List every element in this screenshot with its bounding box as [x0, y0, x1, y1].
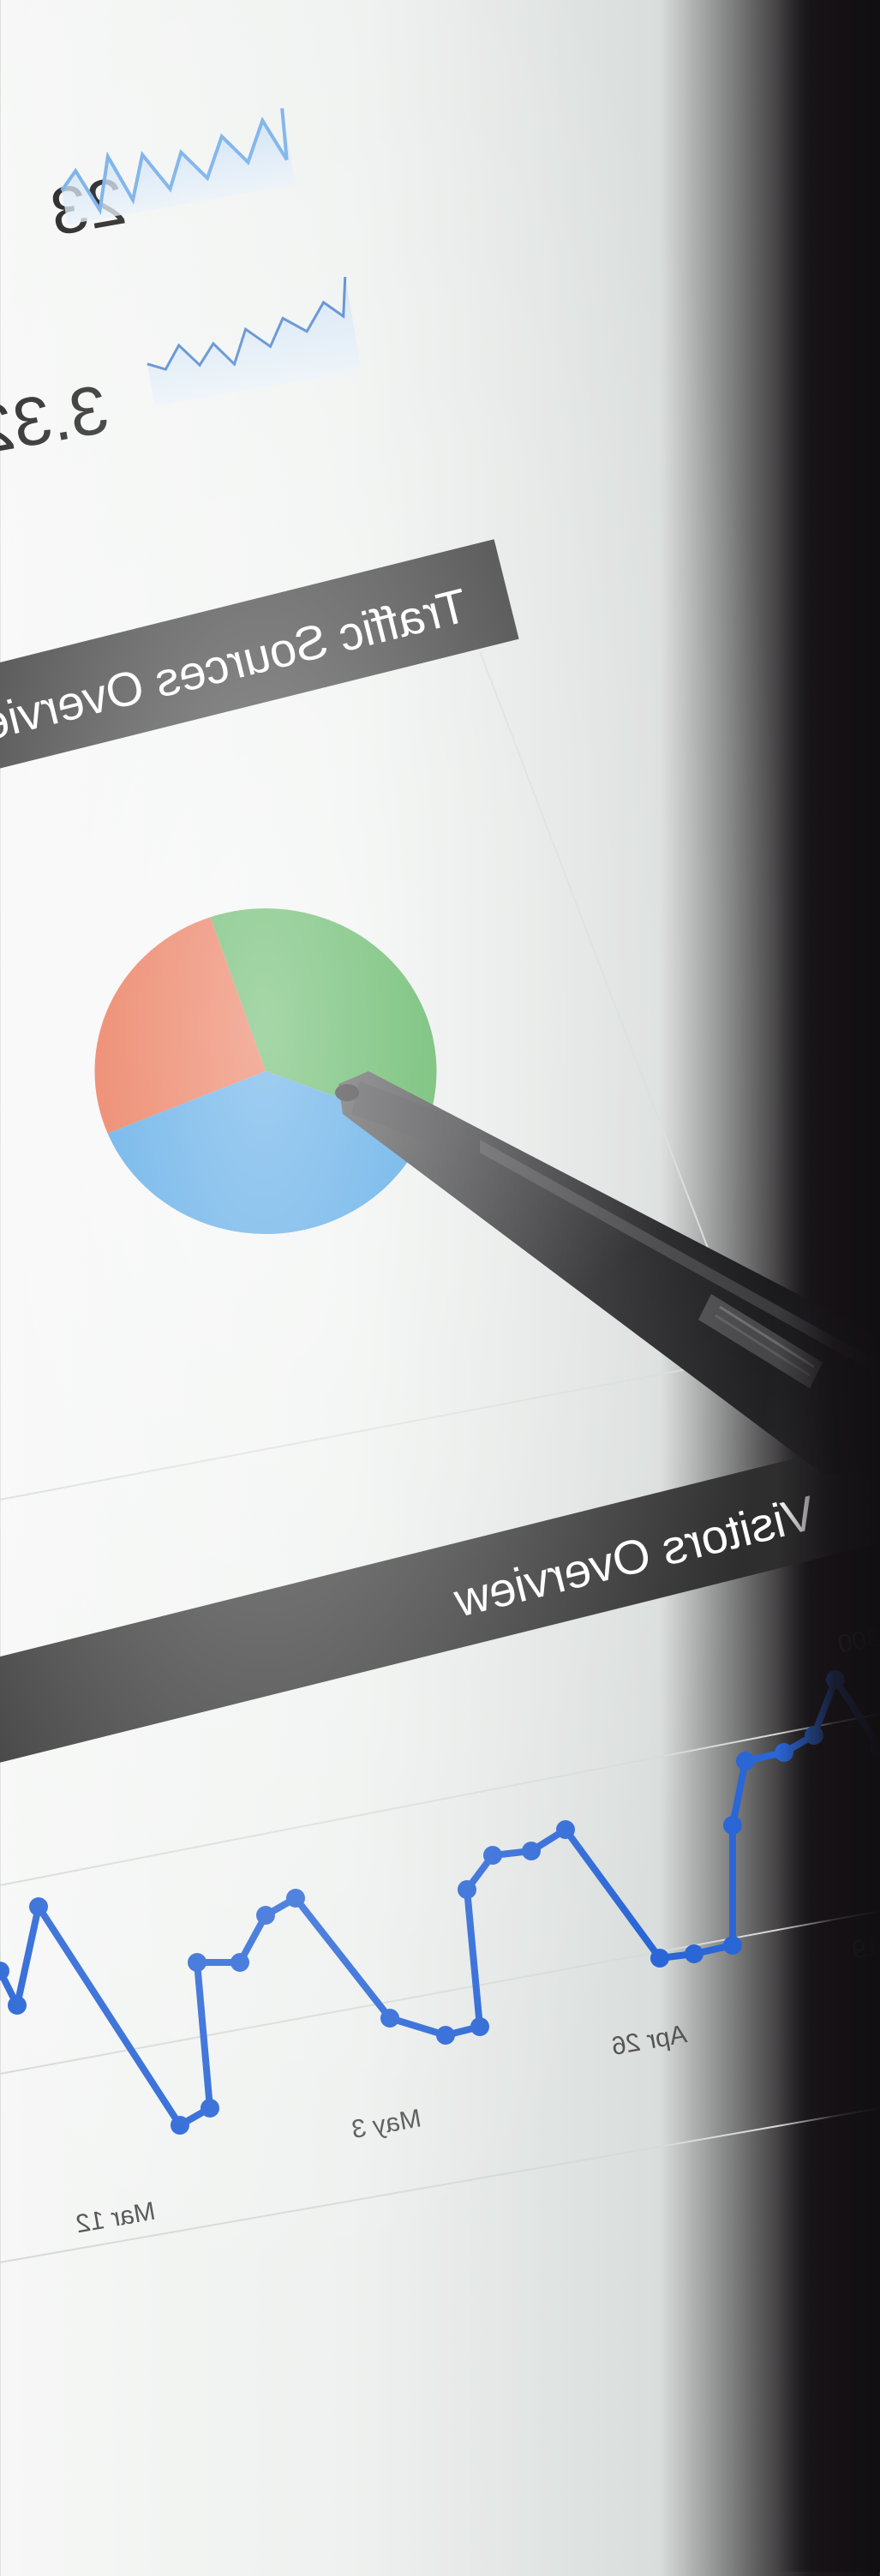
axis-label-ymax: 300: [835, 1623, 880, 1658]
visitors-data-point: [650, 1949, 669, 1968]
stylus-pen: [335, 1071, 880, 1474]
visitors-data-point: [256, 1906, 275, 1925]
visitors-data-point: [188, 1953, 207, 1972]
visitors-data-point: [201, 2099, 219, 2118]
stat-row-second: 3.32: [0, 276, 362, 469]
visitors-data-point: [483, 1846, 502, 1865]
monitor-screen: 23 3.32 Traffic Sources Overview: [0, 108, 880, 2263]
visitors-data-point: [171, 2116, 189, 2135]
visitors-data-point: [436, 2026, 455, 2045]
visitors-axis-labels: Mar 12 May 3 Apr 26 19 300: [74, 1623, 880, 2238]
traffic-pie-chart: [94, 908, 437, 1234]
visitors-header-bar: Visitors Overview: [0, 1434, 880, 1773]
visitors-data-point: [826, 1670, 845, 1689]
photo-scene: 23 3.32 Traffic Sources Overview: [0, 0, 880, 2572]
stat-value-second: 3.32: [0, 370, 114, 469]
traffic-header-bar: Traffic Sources Overview: [0, 539, 519, 776]
axis-label-right: 19: [850, 1932, 880, 1964]
visitors-data-point: [8, 1996, 27, 2015]
visitors-data-point: [286, 1889, 305, 1908]
visitors-data-point: [458, 1880, 476, 1899]
visitors-data-point: [29, 1897, 48, 1916]
axis-label-may: May 3: [350, 2104, 423, 2144]
visitors-data-point: [723, 1936, 742, 1955]
visitors-data-point: [522, 1842, 541, 1860]
axis-label-mar: Mar 12: [74, 2197, 158, 2239]
visitors-data-point: [736, 1752, 755, 1770]
visitors-data-point: [0, 1962, 9, 1980]
panel-grid-lines: [0, 650, 880, 2263]
sparkline-second: [147, 277, 362, 406]
visitors-data-point: [775, 1743, 793, 1762]
visitors-data-point: [723, 1816, 742, 1835]
visitors-data-point: [805, 1726, 823, 1745]
visitors-data-point: [380, 2009, 399, 2028]
stat-row-top: 23: [45, 108, 296, 249]
visitors-data-point: [685, 1944, 703, 1963]
visitors-data-point: [470, 2017, 489, 2036]
visitors-data-point: [230, 1953, 249, 1972]
axis-label-apr: Apr 26: [609, 2020, 689, 2061]
visitors-series-line: [0, 1676, 880, 2129]
visitors-data-point: [556, 1820, 575, 1839]
